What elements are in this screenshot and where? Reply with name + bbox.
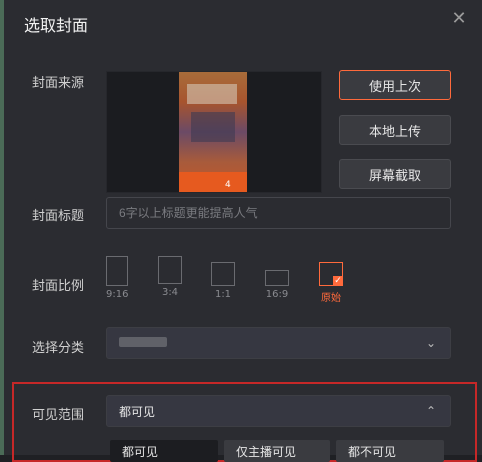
check-icon: ✓	[333, 276, 343, 286]
visibility-select[interactable]: 都可见 ⌃	[106, 395, 451, 427]
visibility-selected-value: 都可见	[119, 404, 156, 419]
ratio-16-9-label: 16:9	[265, 289, 289, 300]
cover-ratio-label: 封面比例	[32, 279, 85, 294]
cover-select-dialog: 选取封面 ✕ 封面来源 4 使用上次 本地上传 屏幕截取 封面标题 封面比例 9…	[0, 0, 482, 462]
ratio-9-16-label: 9:16	[106, 289, 129, 300]
ratio-option-1-1[interactable]: 1:1	[211, 256, 235, 300]
screen-capture-button[interactable]: 屏幕截取	[339, 159, 451, 189]
dialog-title: 选取封面	[24, 16, 89, 35]
cover-preview-area: 4	[106, 71, 322, 193]
cover-title-label: 封面标题	[32, 209, 85, 224]
ratio-9-16-box	[106, 256, 129, 286]
ratio-option-9-16[interactable]: 9:16	[106, 256, 128, 300]
ratio-3-4-box	[158, 256, 182, 284]
ratio-option-original[interactable]: ✓ 原始	[319, 256, 343, 304]
category-selected-value	[119, 336, 424, 350]
visibility-option-all[interactable]: 都可见	[110, 440, 218, 462]
ratio-16-9-box	[265, 270, 289, 286]
ratio-option-16-9[interactable]: 16:9	[265, 256, 289, 300]
chevron-down-icon: ⌄	[425, 336, 437, 350]
background-edge	[0, 0, 4, 455]
local-upload-button[interactable]: 本地上传	[339, 115, 451, 145]
ratio-original-box: ✓	[319, 262, 343, 286]
chevron-up-icon: ⌃	[425, 404, 437, 418]
visibility-option-streamer-only[interactable]: 仅主播可见	[224, 440, 330, 462]
use-last-button[interactable]: 使用上次	[339, 70, 451, 100]
ratio-1-1-box	[211, 262, 235, 286]
category-value-blurred	[119, 337, 167, 347]
ratio-option-3-4[interactable]: 3:4	[158, 256, 182, 298]
ratio-original-label: 原始	[321, 293, 341, 304]
category-label: 选择分类	[32, 341, 85, 356]
category-select[interactable]: ⌄	[106, 327, 451, 359]
visibility-option-none[interactable]: 都不可见	[336, 440, 444, 462]
cover-source-label: 封面来源	[32, 76, 85, 91]
close-icon[interactable]: ✕	[450, 10, 468, 28]
ratio-1-1-label: 1:1	[214, 289, 232, 300]
visibility-label: 可见范围	[32, 408, 85, 423]
cover-title-input[interactable]	[106, 197, 451, 229]
cover-preview-image: 4	[179, 72, 247, 192]
ratio-3-4-label: 3:4	[161, 287, 179, 298]
